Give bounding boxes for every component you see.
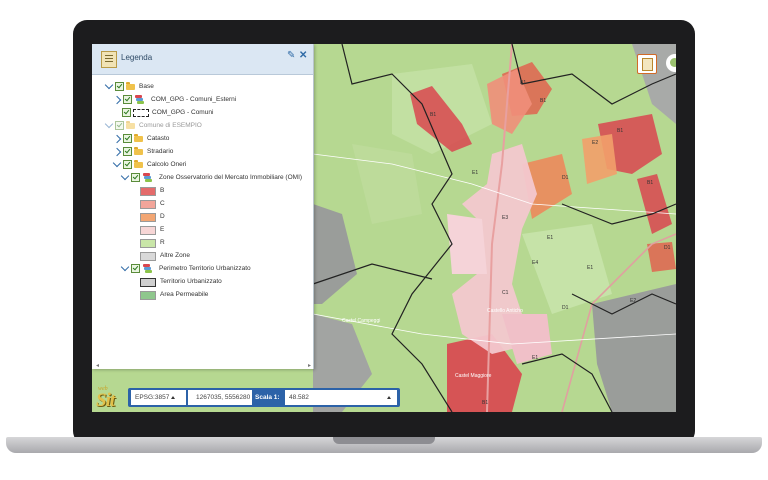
legend-swatch: [140, 291, 156, 300]
legend-entry-label: Altre Zone: [160, 252, 190, 259]
chevron-down-icon[interactable]: [104, 80, 114, 90]
zone-label: E1: [587, 265, 593, 271]
zone-label: E2: [592, 140, 598, 146]
legend-icon: [642, 58, 653, 71]
legend-swatch: [140, 187, 156, 196]
checkbox[interactable]: [115, 82, 124, 91]
websit-logo: web Sit: [94, 386, 128, 411]
scroll-left-icon[interactable]: ◂: [96, 362, 99, 369]
zone-label: E3: [502, 215, 508, 221]
projection-value: EPSG:3857: [135, 394, 170, 401]
tree-label: COM_GPG - Comuni: [152, 109, 214, 116]
legend-header: Legenda ✎ ✕: [92, 44, 313, 75]
legend-entry-label: C: [160, 200, 165, 207]
scale-select[interactable]: 48.582: [285, 390, 397, 405]
legend-swatch: [140, 226, 156, 235]
map-zone-e: [447, 214, 487, 274]
coordinates-display: 1267035, 5556280: [188, 390, 252, 405]
zone-label: E1: [472, 170, 478, 176]
folder-icon: [134, 160, 143, 168]
chevron-right-icon[interactable]: [112, 95, 122, 105]
caret-up-icon: [387, 396, 391, 399]
legend-book-icon: [101, 51, 117, 68]
legend-panel: Legenda ✎ ✕ Base COM_GPG - Comuni_Estern…: [92, 44, 314, 369]
zone-label: E1: [532, 355, 538, 361]
scale-value: 48.582: [289, 394, 309, 401]
legend-entry-label: Area Permeabile: [160, 291, 209, 298]
checkbox[interactable]: [123, 160, 132, 169]
legend-swatch: [140, 278, 156, 287]
zone-label: E4: [532, 260, 538, 266]
projection-select[interactable]: EPSG:3857: [131, 390, 186, 405]
tree-label: Catasto: [147, 135, 170, 142]
scale-label: Scala 1:: [255, 394, 280, 401]
zone-label: B1: [540, 98, 546, 104]
chevron-down-icon[interactable]: [104, 119, 114, 129]
zone-label: C1: [502, 290, 509, 296]
legend-swatch: [140, 200, 156, 209]
zone-label: D1: [664, 245, 671, 251]
zone-label: E1: [547, 235, 553, 241]
chevron-right-icon[interactable]: [112, 134, 122, 144]
chevron-down-icon[interactable]: [120, 171, 130, 181]
place-label: Castel Maggiore: [455, 373, 492, 379]
chevron-down-icon[interactable]: [120, 262, 130, 272]
legend-swatch: [140, 239, 156, 248]
legend-entry-label: R: [160, 239, 165, 246]
layers-icon: [143, 173, 152, 182]
folder-icon: [126, 121, 135, 129]
tree-label: Perimetro Territorio Urbanizzato: [159, 265, 251, 272]
screen: B1 B1 B1 D1 E1 E2 E3 E4 C1 E1 E1 B1 E2 B1 D1 D1 E1 B1 Cas…: [92, 44, 676, 412]
tree-label: COM_GPG - Comuni_Esterni: [151, 96, 237, 103]
legend-entry-label: D: [160, 213, 165, 220]
legend-swatch: [140, 213, 156, 222]
legend-entry-label: B: [160, 187, 165, 194]
legend-toggle-button[interactable]: [637, 54, 657, 74]
checkbox[interactable]: [123, 95, 132, 104]
tree-label: Stradario: [147, 148, 174, 155]
legend-swatch: [140, 252, 156, 261]
legend-entry-label: E: [160, 226, 165, 233]
legend-title: Legenda: [121, 53, 153, 62]
dashed-line-icon: [133, 109, 149, 117]
zone-label: B1: [520, 80, 526, 86]
zone-label: B1: [647, 180, 653, 186]
chevron-down-icon[interactable]: [112, 158, 122, 168]
checkbox[interactable]: [131, 264, 140, 273]
laptop-notch: [333, 437, 435, 444]
zone-label: E2: [630, 298, 636, 304]
chevron-right-icon[interactable]: [112, 147, 122, 157]
pin-icon[interactable]: ✎: [287, 50, 295, 61]
globe-icon: [670, 58, 676, 67]
folder-icon: [126, 82, 135, 90]
zone-label: B1: [430, 112, 436, 118]
tree-label: Comune di ESEMPIO: [139, 122, 202, 129]
coordinates-value: 1267035, 5556280: [196, 394, 251, 401]
zone-label: D1: [562, 305, 569, 311]
tree-label: Zone Osservatorio del Mercato Immobiliar…: [159, 174, 303, 181]
layers-icon: [135, 95, 144, 104]
checkbox[interactable]: [123, 147, 132, 156]
scroll-right-icon[interactable]: ▸: [308, 362, 311, 369]
checkbox[interactable]: [122, 108, 131, 117]
caret-up-icon: [171, 395, 176, 399]
tree-label: Base: [139, 83, 154, 90]
folder-icon: [134, 134, 143, 142]
zone-label: B1: [617, 128, 623, 134]
tree-label: Calcolo Oneri: [147, 161, 187, 168]
checkbox[interactable]: [115, 121, 124, 130]
zone-label: D1: [562, 175, 569, 181]
folder-icon: [134, 147, 143, 155]
checkbox[interactable]: [123, 134, 132, 143]
place-label: Castel Campeggi: [342, 318, 380, 324]
close-icon[interactable]: ✕: [299, 50, 307, 61]
place-label: Castello Anticho: [487, 308, 523, 314]
map-zone-b: [647, 242, 676, 272]
zone-label: B1: [482, 400, 488, 406]
legend-entry-label: Territorio Urbanizzato: [160, 278, 222, 285]
layers-icon: [143, 264, 152, 273]
logo-text-big: Sit: [96, 390, 115, 411]
map-control-bar: EPSG:3857 1267035, 5556280 Scala 1: 48.5…: [128, 388, 400, 407]
checkbox[interactable]: [131, 173, 140, 182]
